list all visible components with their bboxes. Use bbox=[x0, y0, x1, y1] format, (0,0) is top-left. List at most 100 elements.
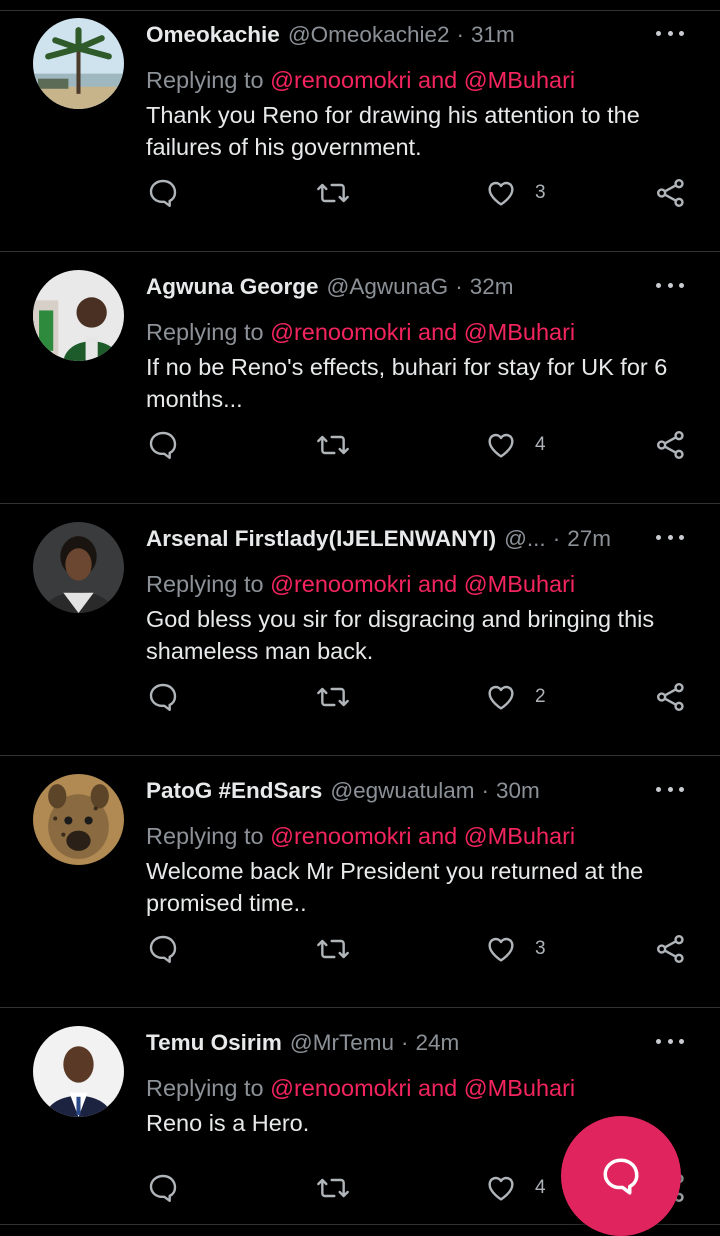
display-name[interactable]: PatoG #EndSars bbox=[146, 776, 322, 806]
tweet-actions: 4 bbox=[0, 423, 720, 467]
tweet-text: Welcome back Mr President you returned a… bbox=[146, 858, 644, 916]
like-count: 3 bbox=[535, 938, 546, 959]
tweet-header: Arsenal Firstlady(IJELENWANYI) @... · 27… bbox=[146, 524, 640, 554]
tweet-reply[interactable]: Agwuna George @AgwunaG · 32m Replying to… bbox=[0, 252, 720, 504]
avatar[interactable] bbox=[33, 774, 124, 865]
retweet-button[interactable] bbox=[315, 171, 351, 215]
tweet-reply[interactable]: PatoG #EndSars @egwuatulam · 30m Replyin… bbox=[0, 756, 720, 1008]
retweet-button[interactable] bbox=[315, 423, 351, 467]
avatar[interactable] bbox=[33, 270, 124, 361]
retweet-button[interactable] bbox=[315, 675, 351, 719]
timestamp[interactable]: 31m bbox=[471, 20, 515, 50]
reply-button[interactable] bbox=[147, 927, 179, 971]
share-icon bbox=[657, 179, 684, 207]
replying-to: Replying to @renoomokri and @MBuhari bbox=[146, 1073, 575, 1103]
retweet-icon bbox=[317, 939, 349, 959]
reply-button[interactable] bbox=[147, 675, 179, 719]
retweet-button[interactable] bbox=[315, 1166, 351, 1210]
separator-dot: · bbox=[552, 526, 561, 551]
share-button[interactable] bbox=[655, 423, 687, 467]
user-handle[interactable]: @... bbox=[504, 524, 546, 554]
like-button[interactable]: 2 bbox=[485, 675, 546, 719]
tweet-reply[interactable]: Omeokachie @Omeokachie2 · 31m Replying t… bbox=[0, 0, 720, 252]
retweet-icon bbox=[317, 687, 349, 707]
comment-icon bbox=[149, 179, 177, 207]
mention-links[interactable]: @renoomokri and @MBuhari bbox=[270, 67, 575, 93]
replying-prefix: Replying to bbox=[146, 67, 264, 93]
mention-links[interactable]: @renoomokri and @MBuhari bbox=[270, 319, 575, 345]
user-handle[interactable]: @egwuatulam bbox=[330, 776, 474, 806]
more-options-icon[interactable] bbox=[656, 784, 684, 794]
replying-to: Replying to @renoomokri and @MBuhari bbox=[146, 821, 575, 851]
chat-bubble-icon bbox=[603, 1158, 639, 1195]
palm-beach-avatar-icon bbox=[33, 18, 124, 109]
share-button[interactable] bbox=[655, 171, 687, 215]
like-count: 4 bbox=[535, 434, 546, 455]
display-name[interactable]: Omeokachie bbox=[146, 20, 280, 50]
heart-icon bbox=[488, 1176, 514, 1201]
timestamp[interactable]: 27m bbox=[567, 524, 611, 554]
more-options-icon[interactable] bbox=[656, 1036, 684, 1046]
display-name[interactable]: Agwuna George bbox=[146, 272, 319, 302]
avatar[interactable] bbox=[33, 1026, 124, 1117]
reply-button[interactable] bbox=[147, 423, 179, 467]
display-name[interactable]: Temu Osirim bbox=[146, 1028, 282, 1058]
reply-button[interactable] bbox=[147, 171, 179, 215]
compose-reply-button[interactable] bbox=[561, 1116, 681, 1236]
share-button[interactable] bbox=[655, 675, 687, 719]
comment-icon bbox=[149, 683, 177, 711]
avatar[interactable] bbox=[33, 522, 124, 613]
like-count: 4 bbox=[535, 1177, 546, 1198]
tweet-header: Omeokachie @Omeokachie2 · 31m bbox=[146, 20, 640, 50]
tweet-text: God bless you sir for disgracing and bri… bbox=[146, 606, 655, 664]
tweet-actions: 2 bbox=[0, 675, 720, 719]
mention-links[interactable]: @renoomokri and @MBuhari bbox=[270, 823, 575, 849]
user-handle[interactable]: @AgwunaG bbox=[327, 272, 449, 302]
replying-to: Replying to @renoomokri and @MBuhari bbox=[146, 65, 575, 95]
tweet-text: If no be Reno's effects, buhari for stay… bbox=[146, 354, 668, 412]
user-handle[interactable]: @Omeokachie2 bbox=[288, 20, 450, 50]
share-button[interactable] bbox=[655, 927, 687, 971]
comment-icon bbox=[149, 1174, 177, 1202]
timestamp[interactable]: 30m bbox=[496, 776, 540, 806]
separator-dot: · bbox=[481, 778, 489, 803]
more-options-icon[interactable] bbox=[656, 280, 684, 290]
like-button[interactable]: 3 bbox=[485, 171, 546, 215]
replying-to: Replying to @renoomokri and @MBuhari bbox=[146, 317, 575, 347]
tweet-reply[interactable]: Arsenal Firstlady(IJELENWANYI) @... · 27… bbox=[0, 504, 720, 756]
share-icon bbox=[657, 683, 684, 711]
user-handle[interactable]: @MrTemu bbox=[290, 1028, 394, 1058]
separator-dot: · bbox=[455, 274, 463, 299]
replying-prefix: Replying to bbox=[146, 571, 264, 597]
like-button[interactable]: 4 bbox=[485, 423, 546, 467]
tweet-actions: 3 bbox=[0, 171, 720, 215]
retweet-button[interactable] bbox=[315, 927, 351, 971]
more-options-icon[interactable] bbox=[656, 532, 684, 542]
replying-prefix: Replying to bbox=[146, 823, 264, 849]
tweet-actions: 3 bbox=[0, 927, 720, 971]
retweet-icon bbox=[317, 1178, 349, 1198]
mention-links[interactable]: @renoomokri and @MBuhari bbox=[270, 1075, 575, 1101]
mention-links[interactable]: @renoomokri and @MBuhari bbox=[270, 571, 575, 597]
timestamp[interactable]: 24m bbox=[415, 1028, 459, 1058]
separator-dot: · bbox=[456, 22, 465, 47]
comment-icon bbox=[149, 431, 177, 459]
tweet-header: Agwuna George @AgwunaG · 32m bbox=[146, 272, 640, 302]
replying-to: Replying to @renoomokri and @MBuhari bbox=[146, 569, 575, 599]
like-button[interactable]: 3 bbox=[485, 927, 546, 971]
like-count: 2 bbox=[535, 686, 546, 707]
more-options-icon[interactable] bbox=[656, 28, 684, 38]
heart-icon bbox=[488, 937, 514, 962]
separator-dot: · bbox=[400, 1030, 409, 1055]
replying-prefix: Replying to bbox=[146, 319, 264, 345]
retweet-icon bbox=[317, 183, 349, 203]
timestamp[interactable]: 32m bbox=[470, 272, 514, 302]
man-suit-avatar-icon bbox=[33, 1026, 124, 1117]
reply-button[interactable] bbox=[147, 1166, 179, 1210]
woman-portrait-avatar-icon bbox=[33, 522, 124, 613]
like-button[interactable]: 4 bbox=[485, 1166, 546, 1210]
tweet-header: PatoG #EndSars @egwuatulam · 30m bbox=[146, 776, 640, 806]
display-name[interactable]: Arsenal Firstlady(IJELENWANYI) bbox=[146, 524, 496, 554]
comment-icon bbox=[149, 935, 177, 963]
avatar[interactable] bbox=[33, 18, 124, 109]
